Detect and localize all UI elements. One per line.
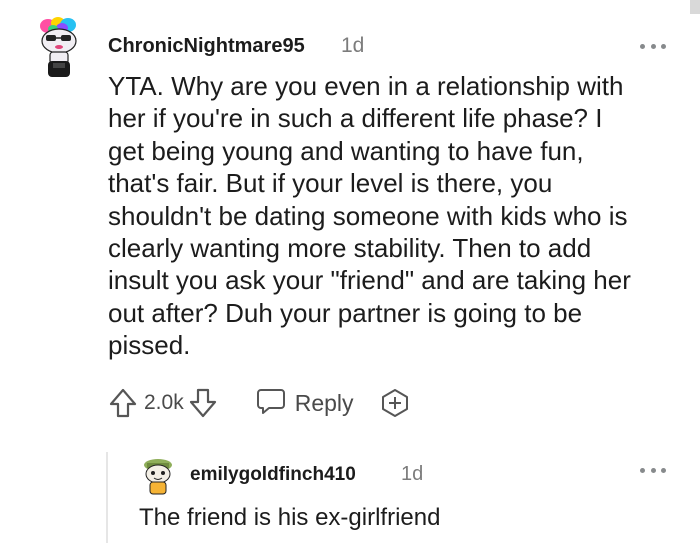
comment-body-line: get being young and wanting to have fun,	[108, 135, 584, 166]
reply-button[interactable]: Reply	[256, 386, 354, 421]
more-options-icon[interactable]	[640, 40, 666, 52]
comment-body-line: pissed.	[108, 330, 191, 361]
comment-body-line: out after? Duh your partner is going to …	[108, 297, 583, 328]
add-award-icon[interactable]	[380, 388, 410, 418]
speech-bubble-icon	[256, 386, 286, 421]
comment-body: YTA. Why are you even in a relationship …	[108, 70, 631, 362]
reply-timestamp: 1d	[401, 463, 424, 485]
comment-body-line: insult you ask your "friend" and are tak…	[108, 265, 631, 296]
reply-label: Reply	[294, 389, 354, 416]
reply-body: The friend is his ex-girlfriend	[139, 504, 441, 531]
comment-body-line: shouldn't be dating someone with kids wh…	[108, 200, 628, 231]
commenter-avatar[interactable]	[36, 17, 82, 79]
comment-body-line: clearly wanting more stability. Then to …	[108, 233, 592, 264]
thread-line[interactable]	[106, 452, 108, 543]
comment-body-line: that's fair. But if your level is there,…	[108, 168, 553, 199]
comment-actions: 2.0k Reply	[108, 383, 410, 423]
snoo-avatar-icon	[40, 17, 77, 77]
reply-username[interactable]: emilygoldfinch410	[190, 464, 356, 486]
snoo-avatar-icon	[144, 459, 172, 495]
upvote-arrow-icon[interactable]	[108, 387, 138, 419]
comment-timestamp: 1d	[341, 34, 365, 57]
scrollbar-thumb[interactable]	[690, 0, 700, 14]
comment-body-line: YTA. Why are you even in a relationship …	[108, 71, 624, 101]
comment-username[interactable]: ChronicNightmare95	[108, 35, 305, 58]
vote-score: 2.0k	[144, 391, 184, 414]
more-options-icon[interactable]	[640, 464, 666, 476]
downvote-arrow-icon[interactable]	[188, 387, 218, 419]
comment-body-line: her if you're in such a different life p…	[108, 103, 603, 134]
reply-avatar[interactable]	[141, 456, 175, 496]
